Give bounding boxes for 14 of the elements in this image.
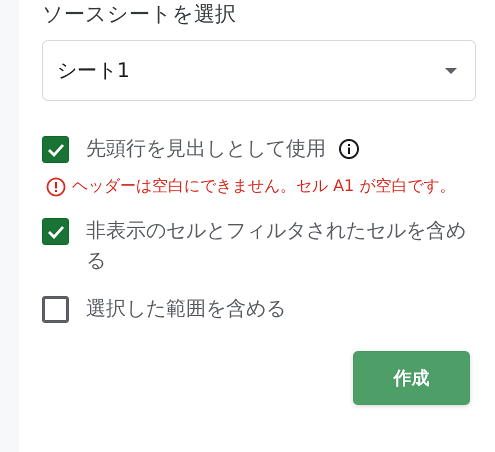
- checkmark-icon: [46, 142, 64, 156]
- checkbox[interactable]: [42, 218, 69, 245]
- info-icon[interactable]: [338, 138, 360, 160]
- checkbox[interactable]: [42, 296, 69, 323]
- checkbox-label: 先頭行を見出しとして使用: [86, 135, 326, 162]
- caret-icon: [445, 68, 457, 74]
- section-title: ソースシートを選択: [42, 2, 237, 26]
- error-icon: [46, 177, 66, 197]
- error-message: ヘッダーは空白にできません。セル A1 が空白です。: [72, 175, 456, 197]
- checkbox[interactable]: [42, 136, 69, 163]
- checkbox-label: 選択した範囲を含める: [86, 295, 286, 322]
- sheet-dropdown[interactable]: シート1: [42, 40, 476, 101]
- checkbox-label: 非表示のセルとフィルタされたセルを含める: [86, 217, 467, 274]
- checkmark-icon: [46, 224, 64, 238]
